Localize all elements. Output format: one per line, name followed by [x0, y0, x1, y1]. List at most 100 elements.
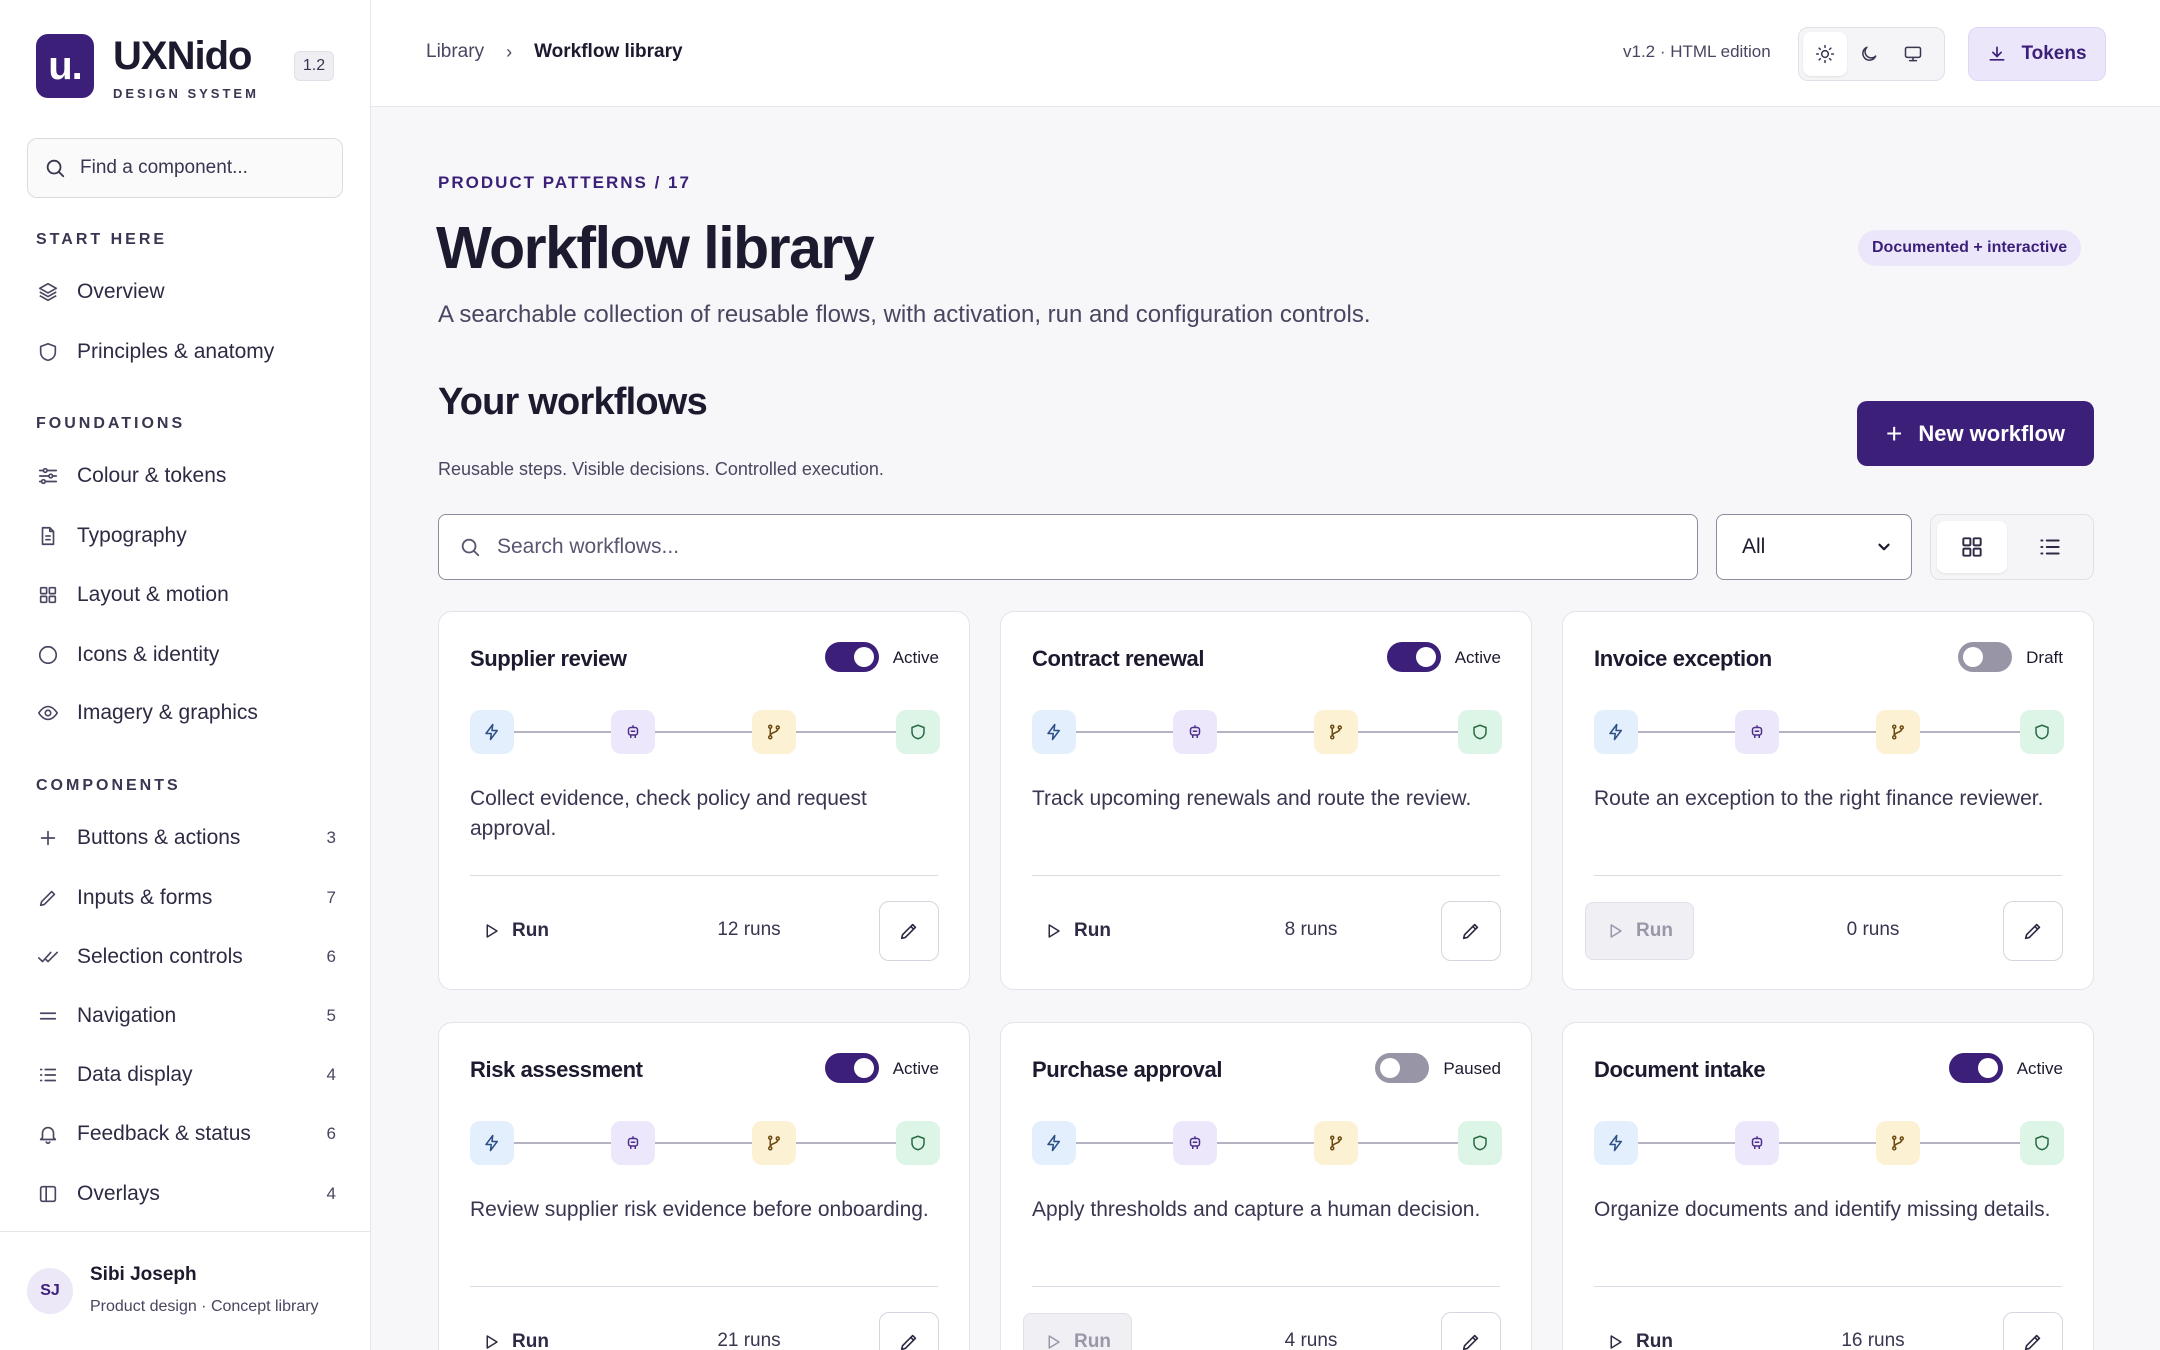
avatar[interactable]: SJ — [27, 1268, 73, 1314]
filter-value: All — [1742, 535, 1766, 558]
sidebar-item-imagery[interactable]: Imagery & graphics — [36, 693, 336, 733]
list-view-button[interactable] — [2015, 521, 2085, 573]
sidebar-item-colour-tokens[interactable]: Colour & tokens — [36, 456, 336, 496]
edit-workflow-button[interactable] — [1441, 901, 1501, 961]
edit-workflow-button[interactable] — [879, 901, 939, 961]
bolt-icon — [470, 710, 514, 754]
new-workflow-label: New workflow — [1918, 420, 2066, 446]
theme-dark-button[interactable] — [1847, 32, 1891, 76]
user-profile[interactable]: SJ Sibi Joseph Product design · Concept … — [0, 1231, 370, 1350]
edit-workflow-button[interactable] — [1441, 1312, 1501, 1350]
workflow-toggle[interactable] — [1958, 642, 2013, 672]
chevron-right-icon: › — [506, 41, 513, 62]
sidebar-item-label: Inputs & forms — [77, 886, 213, 909]
workflow-steps — [470, 710, 940, 754]
workflow-description: Track upcoming renewals and route the re… — [1032, 787, 1472, 810]
sidebar-item-feedback[interactable]: Feedback & status 6 — [36, 1114, 336, 1154]
sidebar-item-icons-identity[interactable]: Icons & identity — [36, 635, 336, 675]
workflow-title: Document intake — [1594, 1057, 1766, 1082]
workflow-status: Active — [892, 1059, 939, 1078]
sidebar-item-layout-motion[interactable]: Layout & motion — [36, 575, 336, 615]
component-search-input[interactable] — [80, 157, 320, 179]
workflow-search[interactable] — [438, 514, 1698, 580]
workflow-description: Collect evidence, check policy and reque… — [470, 787, 867, 840]
branch-icon — [752, 1121, 796, 1165]
sidebar-item-typography[interactable]: Typography — [36, 516, 336, 556]
theme-system-button[interactable] — [1891, 32, 1935, 76]
sidebar-item-navigation[interactable]: Navigation 5 — [36, 996, 336, 1036]
view-switcher — [1930, 514, 2094, 580]
workflow-card[interactable]: Contract renewal Active Track upcoming r… — [1000, 611, 1532, 990]
item-count: 4 — [326, 1065, 336, 1084]
workflow-toggle[interactable] — [1948, 1053, 2003, 1083]
sidebar-item-buttons[interactable]: Buttons & actions 3 — [36, 818, 336, 858]
edit-workflow-button[interactable] — [2003, 1312, 2063, 1350]
theme-light-button[interactable] — [1803, 32, 1847, 76]
sidebar-item-label: Selection controls — [77, 945, 243, 968]
nav-section-foundations: FOUNDATIONS — [36, 415, 186, 432]
run-label: Run — [1636, 1331, 1673, 1350]
breadcrumb-library[interactable]: Library — [426, 41, 484, 63]
run-label: Run — [1636, 920, 1673, 941]
sidebar-item-overview[interactable]: Overview — [36, 272, 336, 312]
grid-view-button[interactable] — [1937, 521, 2007, 573]
nav-section-start-here: START HERE — [36, 231, 168, 248]
component-search[interactable] — [27, 138, 343, 198]
new-workflow-button[interactable]: + New workflow — [1857, 401, 2094, 466]
workflow-steps — [1594, 1121, 2064, 1165]
bolt-icon — [1032, 710, 1076, 754]
run-label: Run — [1074, 1331, 1111, 1350]
workflow-steps — [1032, 710, 1502, 754]
workflow-card[interactable]: Invoice exception Draft Route an excepti… — [1562, 611, 2094, 990]
run-count: 8 runs — [1284, 919, 1338, 940]
sidebar-item-principles[interactable]: Principles & anatomy — [36, 332, 336, 372]
edit-workflow-button[interactable] — [879, 1312, 939, 1350]
pencil-icon — [1462, 1334, 1479, 1350]
robot-icon — [1735, 710, 1779, 754]
item-count: 4 — [326, 1184, 336, 1203]
plus-icon — [36, 826, 60, 850]
list-view-icon — [2040, 539, 2060, 555]
run-count: 12 runs — [717, 919, 781, 940]
workflow-card[interactable]: Document intake Active Organize document… — [1562, 1022, 2094, 1350]
workflow-card[interactable]: Supplier review Active Collect evidence,… — [438, 611, 970, 990]
pencil-icon — [2024, 923, 2041, 940]
workflow-toggle[interactable] — [824, 642, 879, 672]
workflow-toggle[interactable] — [1375, 1053, 1430, 1083]
item-count: 6 — [326, 1124, 336, 1143]
sidebar-item-data-display[interactable]: Data display 4 — [36, 1055, 336, 1095]
workflow-steps — [470, 1121, 940, 1165]
run-button[interactable]: Run — [461, 1313, 570, 1350]
eyebrow: PRODUCT PATTERNS / 17 — [438, 173, 691, 192]
run-button[interactable]: Run — [1023, 902, 1132, 960]
brand-logo[interactable]: u. — [36, 34, 94, 98]
nav-section-components: COMPONENTS — [36, 777, 181, 794]
list-icon — [36, 1063, 60, 1087]
sidebar-item-inputs[interactable]: Inputs & forms 7 — [36, 878, 336, 918]
workflow-search-input[interactable] — [497, 535, 1647, 559]
workflow-title: Supplier review — [470, 646, 627, 671]
workflow-status: Active — [1454, 648, 1501, 667]
user-name: Sibi Joseph — [90, 1264, 197, 1285]
toggle-knob — [1963, 647, 1984, 667]
sliders-icon — [36, 464, 60, 488]
status-filter-select[interactable]: All — [1716, 514, 1912, 580]
workflow-toggle[interactable] — [1386, 642, 1441, 672]
workflow-toggle[interactable] — [824, 1053, 879, 1083]
workflow-card[interactable]: Risk assessment Active Review supplier r… — [438, 1022, 970, 1350]
sidebar-item-label: Overview — [77, 280, 165, 303]
branch-icon — [1314, 710, 1358, 754]
run-button[interactable]: Run — [1585, 902, 1694, 960]
brand[interactable]: u. UXNido DESIGN SYSTEM — [36, 34, 259, 101]
grid-view-icon — [1962, 537, 1982, 557]
sidebar-item-overlays[interactable]: Overlays 4 — [36, 1174, 336, 1214]
play-icon — [1606, 1333, 1624, 1350]
tokens-button[interactable]: Tokens — [1968, 27, 2106, 81]
run-button[interactable]: Run — [1023, 1313, 1132, 1350]
edit-workflow-button[interactable] — [2003, 901, 2063, 961]
run-button[interactable]: Run — [461, 902, 570, 960]
shield-check-icon — [1458, 710, 1502, 754]
sidebar-item-selection[interactable]: Selection controls 6 — [36, 937, 336, 977]
run-button[interactable]: Run — [1585, 1313, 1694, 1350]
workflow-card[interactable]: Purchase approval Paused Apply threshold… — [1000, 1022, 1532, 1350]
